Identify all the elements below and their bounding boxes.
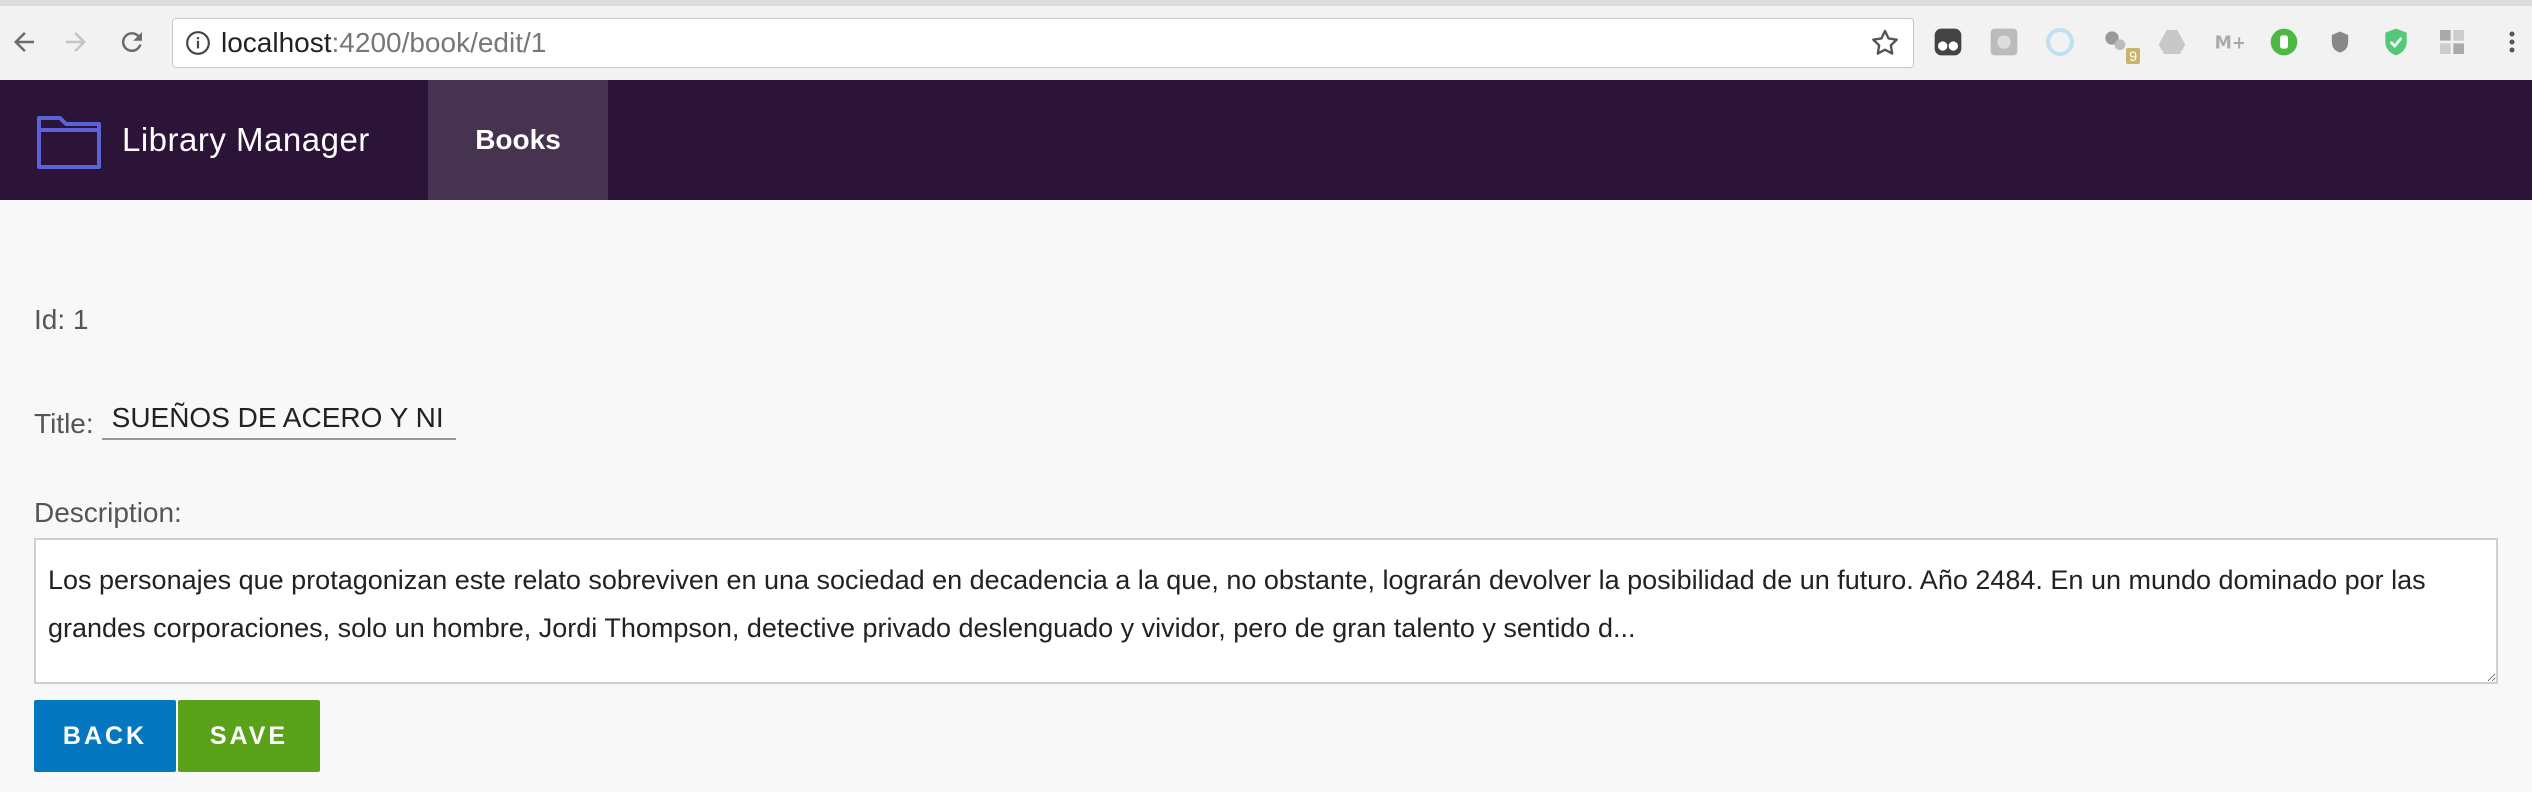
extension-shield-gray-icon[interactable] <box>2322 24 2358 60</box>
app-header: Library Manager Books <box>0 80 2532 200</box>
url-text[interactable]: localhost:4200/book/edit/1 <box>221 27 546 59</box>
extension-gray-icon[interactable] <box>1986 24 2022 60</box>
brand-title: Library Manager <box>122 121 370 158</box>
url-path: :4200/book/edit/1 <box>331 27 547 58</box>
reload-button[interactable] <box>112 22 152 62</box>
description-label: Description: <box>34 497 182 528</box>
extension-badge: 9 <box>2126 48 2140 64</box>
reload-icon <box>121 32 142 53</box>
nav-tab-books[interactable]: Books <box>428 80 608 200</box>
extension-gears-icon[interactable]: 9 <box>2098 24 2140 64</box>
star-icon[interactable] <box>1869 27 1901 59</box>
info-icon[interactable] <box>183 28 213 58</box>
extensions-area: 9 M+ <box>1930 22 2470 64</box>
forward-nav-button[interactable] <box>56 22 96 62</box>
extension-grid-icon[interactable] <box>2434 24 2470 60</box>
extension-shield-green-icon[interactable] <box>2378 24 2414 60</box>
svg-text:M+: M+ <box>2215 34 2244 54</box>
more-vertical-icon[interactable] <box>2502 24 2522 60</box>
tab-strip <box>0 0 2532 6</box>
extension-ring-icon[interactable] <box>2042 24 2078 60</box>
brand[interactable]: Library Manager <box>36 80 370 200</box>
extension-green-thumb-icon[interactable] <box>2266 24 2302 60</box>
description-textarea[interactable]: Los personajes que protagonizan este rel… <box>34 538 2498 684</box>
back-nav-button[interactable] <box>4 22 44 62</box>
form-actions: BACK SAVE <box>34 700 320 772</box>
title-row: Title: <box>34 398 456 440</box>
browser-toolbar: localhost:4200/book/edit/1 9 M+ <box>0 0 2532 81</box>
title-label: Title: <box>34 408 94 439</box>
arrow-left-icon <box>14 32 34 52</box>
extension-tampermonkey-icon[interactable] <box>1930 24 1966 60</box>
extension-m-plus-icon[interactable]: M+ <box>2210 24 2246 60</box>
back-button[interactable]: BACK <box>34 700 176 772</box>
extension-drive-icon[interactable] <box>2154 24 2190 60</box>
folder-icon <box>37 116 101 169</box>
save-button[interactable]: SAVE <box>178 700 320 772</box>
title-input[interactable] <box>101 398 456 440</box>
address-bar[interactable]: localhost:4200/book/edit/1 <box>172 18 1914 68</box>
arrow-right-icon <box>66 32 86 52</box>
book-id: Id: 1 <box>34 304 89 335</box>
url-host: localhost <box>221 27 332 58</box>
